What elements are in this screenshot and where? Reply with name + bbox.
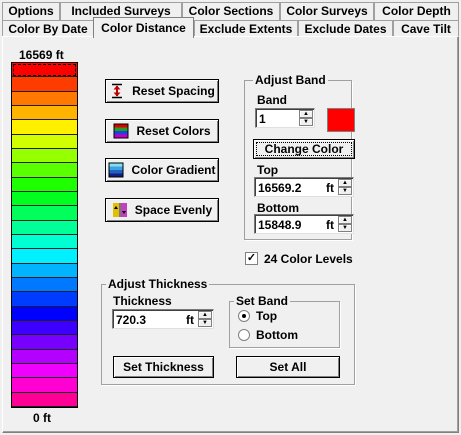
set-band-top-label: Top	[256, 309, 278, 323]
spin-up-icon[interactable]: ▲	[198, 311, 212, 319]
top-unit: ft	[326, 181, 334, 195]
bottom-spinner[interactable]: ▲ ▼	[338, 216, 352, 232]
bottom-value: 15848.9	[258, 218, 302, 232]
reset-spacing-button[interactable]: Reset Spacing	[105, 79, 219, 103]
color-gradient-label: Color Gradient	[131, 163, 216, 177]
color-band[interactable]	[12, 163, 77, 178]
reset-spacing-label: Reset Spacing	[132, 84, 215, 98]
top-spinner[interactable]: ▲ ▼	[338, 179, 352, 195]
color-band[interactable]	[12, 363, 77, 379]
color-band[interactable]	[12, 349, 77, 364]
color-band[interactable]	[12, 206, 77, 221]
color-band[interactable]	[12, 263, 77, 278]
set-band-top-radio[interactable]	[238, 310, 250, 322]
color-scale-bar[interactable]	[11, 62, 78, 408]
tab-color-sections[interactable]: Color Sections	[182, 2, 280, 20]
bottom-unit: ft	[326, 218, 334, 232]
checkmark-icon: ✓	[246, 252, 257, 264]
thickness-label: Thickness	[113, 294, 172, 308]
spin-down-icon[interactable]: ▼	[338, 187, 352, 195]
thickness-spinner[interactable]: ▲ ▼	[198, 311, 212, 327]
band-spinner[interactable]: ▲ ▼	[299, 110, 313, 126]
space-evenly-label: Space Evenly	[134, 203, 213, 217]
set-thickness-label: Set Thickness	[123, 360, 204, 374]
tab-cave-tilt[interactable]: Cave Tilt	[393, 20, 459, 37]
spin-up-icon[interactable]: ▲	[338, 216, 352, 224]
scale-top-label: 16569 ft	[19, 48, 64, 62]
thickness-value: 720.3	[116, 313, 147, 327]
color-band[interactable]	[12, 220, 77, 235]
color-band[interactable]	[12, 292, 77, 307]
top-value: 16569.2	[258, 181, 302, 195]
band-number-value: 1	[259, 112, 266, 126]
color-band[interactable]	[12, 234, 77, 250]
scale-bottom-label: 0 ft	[33, 411, 51, 425]
color-levels-label: 24 Color Levels	[264, 252, 353, 266]
change-color-button[interactable]: Change Color	[253, 139, 355, 159]
change-color-label: Change Color	[264, 142, 344, 156]
color-stripes-icon	[113, 123, 129, 139]
color-band[interactable]	[12, 335, 77, 350]
set-all-label: Set All	[269, 360, 307, 374]
color-levels-checkbox[interactable]: ✓	[245, 252, 258, 265]
band-number-field[interactable]: 1 ▲ ▼	[255, 108, 315, 128]
set-band-bottom-radio[interactable]	[238, 329, 250, 341]
band-color-swatch[interactable]	[327, 108, 355, 132]
color-band[interactable]	[12, 378, 77, 393]
set-thickness-button[interactable]: Set Thickness	[113, 356, 214, 378]
color-band[interactable]	[12, 105, 77, 121]
spin-down-icon[interactable]: ▼	[198, 319, 212, 327]
adjust-band-title: Adjust Band	[253, 73, 328, 87]
thickness-field[interactable]: 720.3 ft ▲ ▼	[112, 309, 214, 329]
gradient-icon	[108, 162, 124, 178]
set-band-bottom-label: Bottom	[256, 328, 298, 342]
bottom-value-field[interactable]: 15848.9 ft ▲ ▼	[254, 214, 354, 234]
color-band[interactable]	[12, 77, 77, 92]
reset-colors-label: Reset Colors	[136, 124, 211, 138]
tab-color-surveys[interactable]: Color Surveys	[280, 2, 374, 20]
color-band[interactable]	[12, 249, 77, 264]
spin-down-icon[interactable]: ▼	[338, 224, 352, 232]
tab-color-distance[interactable]: Color Distance	[93, 17, 194, 38]
color-band[interactable]	[12, 120, 77, 135]
color-band[interactable]	[12, 306, 77, 321]
color-band[interactable]	[12, 148, 77, 164]
space-evenly-icon	[112, 202, 128, 218]
spin-down-icon[interactable]: ▼	[299, 118, 313, 126]
color-band[interactable]	[12, 63, 77, 78]
color-band[interactable]	[12, 320, 77, 336]
bottom-label: Bottom	[257, 201, 299, 215]
band-label: Band	[257, 93, 287, 107]
color-band[interactable]	[12, 392, 77, 407]
top-value-field[interactable]: 16569.2 ft ▲ ▼	[254, 177, 354, 197]
reset-colors-button[interactable]: Reset Colors	[105, 119, 219, 143]
tab-exclude-dates[interactable]: Exclude Dates	[298, 20, 393, 37]
top-label: Top	[257, 163, 279, 177]
color-band[interactable]	[12, 191, 77, 207]
thickness-unit: ft	[186, 313, 194, 327]
color-gradient-button[interactable]: Color Gradient	[105, 158, 219, 182]
tab-color-by-date[interactable]: Color By Date	[2, 20, 94, 37]
set-band-title: Set Band	[234, 294, 291, 308]
spacing-icon	[109, 83, 125, 99]
color-band[interactable]	[12, 177, 77, 192]
color-band[interactable]	[12, 277, 77, 293]
set-all-button[interactable]: Set All	[236, 356, 340, 378]
tab-exclude-extents[interactable]: Exclude Extents	[194, 20, 298, 37]
tab-options[interactable]: Options	[2, 2, 60, 20]
tab-color-depth[interactable]: Color Depth	[374, 2, 459, 20]
color-band[interactable]	[12, 134, 77, 149]
adjust-thickness-title: Adjust Thickness	[106, 277, 210, 291]
spin-up-icon[interactable]: ▲	[338, 179, 352, 187]
spin-up-icon[interactable]: ▲	[299, 110, 313, 118]
color-band[interactable]	[12, 91, 77, 106]
space-evenly-button[interactable]: Space Evenly	[105, 198, 219, 222]
